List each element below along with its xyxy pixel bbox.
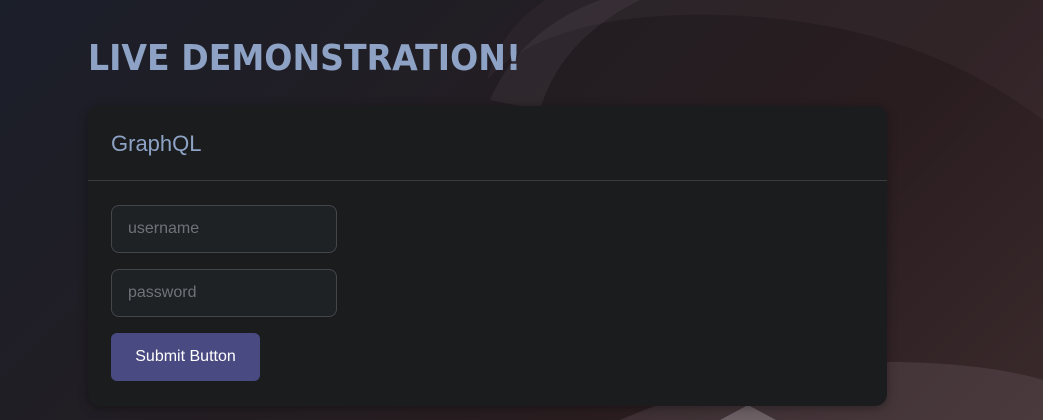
card-header: GraphQL	[88, 106, 887, 181]
username-input[interactable]	[111, 205, 337, 253]
password-input[interactable]	[111, 269, 337, 317]
page-title: LIVE DEMONSTRATION!	[88, 38, 522, 79]
submit-button[interactable]: Submit Button	[111, 333, 260, 381]
login-form: Submit Button	[88, 181, 887, 381]
graphql-card: GraphQL Submit Button	[88, 106, 887, 406]
card-title: GraphQL	[111, 131, 202, 156]
